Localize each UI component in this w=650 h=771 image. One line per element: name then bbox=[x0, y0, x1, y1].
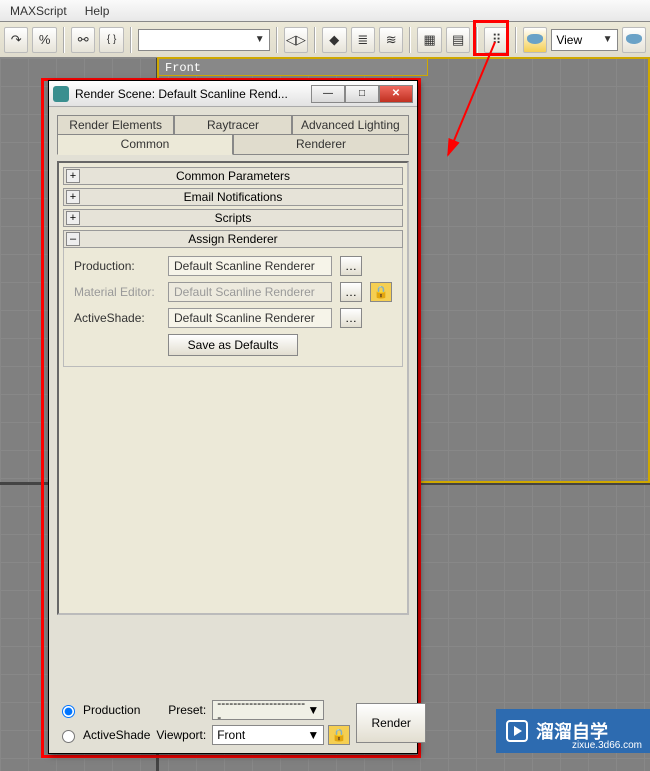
rollout-common-parameters[interactable]: + Common Parameters bbox=[63, 167, 403, 185]
activeshade-radio-label: ActiveShade bbox=[83, 728, 150, 742]
layers-icon[interactable]: ≣ bbox=[351, 27, 375, 53]
lock-icon[interactable]: 🔒 bbox=[370, 282, 392, 302]
maximize-button[interactable]: □ bbox=[345, 85, 379, 103]
choose-material-button[interactable]: … bbox=[340, 282, 362, 302]
expand-icon[interactable]: + bbox=[66, 211, 80, 225]
render-type-dropdown[interactable]: View ▼ bbox=[551, 29, 617, 51]
watermark: 溜溜自学 zixue.3d66.com bbox=[496, 709, 650, 753]
production-label: Production: bbox=[74, 259, 160, 273]
render-scene-dialog-icon[interactable] bbox=[523, 27, 547, 53]
play-icon bbox=[506, 720, 528, 742]
curve-editor-icon[interactable]: ▤ bbox=[446, 27, 470, 53]
production-value: Default Scanline Renderer bbox=[168, 256, 332, 276]
expand-icon[interactable]: + bbox=[66, 169, 80, 183]
tabs-row-2: Common Renderer bbox=[57, 135, 409, 155]
viewport-label-front[interactable]: Front bbox=[158, 58, 428, 76]
selection-filter-dropdown[interactable]: ▼ bbox=[138, 29, 270, 51]
expand-icon[interactable]: + bbox=[66, 190, 80, 204]
production-radio-label: Production bbox=[83, 703, 140, 717]
percent-icon[interactable]: % bbox=[32, 27, 56, 53]
align-icon[interactable]: ◆ bbox=[322, 27, 346, 53]
rollout-assign-renderer[interactable]: – Assign Renderer bbox=[63, 230, 403, 248]
abc-icon[interactable]: { } bbox=[99, 27, 123, 53]
minimize-button[interactable]: — bbox=[311, 85, 345, 103]
activeshade-label: ActiveShade: bbox=[74, 311, 160, 325]
render-type-label: View bbox=[556, 33, 582, 47]
choose-activeshade-button[interactable]: … bbox=[340, 308, 362, 328]
collapse-icon[interactable]: – bbox=[66, 232, 80, 246]
tab-render-elements[interactable]: Render Elements bbox=[57, 115, 174, 135]
menubar: MAXScript Help bbox=[0, 0, 650, 22]
rollout-email-notifications[interactable]: + Email Notifications bbox=[63, 188, 403, 206]
tabs-row-1: Render Elements Raytracer Advanced Light… bbox=[57, 115, 409, 135]
layers2-icon[interactable]: ≋ bbox=[379, 27, 403, 53]
assign-renderer-body: Production: Default Scanline Renderer … … bbox=[63, 248, 403, 367]
preset-dropdown[interactable]: -----------------------▼ bbox=[212, 700, 324, 720]
save-as-defaults-button[interactable]: Save as Defaults bbox=[168, 334, 298, 356]
menu-help[interactable]: Help bbox=[85, 4, 110, 18]
rollout-area: + Common Parameters + Email Notification… bbox=[57, 161, 409, 615]
close-button[interactable]: ✕ bbox=[379, 85, 413, 103]
dialog-titlebar[interactable]: Render Scene: Default Scanline Rend... —… bbox=[49, 81, 417, 107]
link-icon[interactable]: ⚯ bbox=[71, 27, 95, 53]
mirror-icon[interactable]: ◁▷ bbox=[284, 27, 308, 53]
rollout-scripts[interactable]: + Scripts bbox=[63, 209, 403, 227]
production-radio[interactable] bbox=[62, 705, 75, 718]
material-editor-label: Material Editor: bbox=[74, 285, 160, 299]
redo-icon[interactable]: ↷ bbox=[4, 27, 28, 53]
viewport-dropdown[interactable]: Front▼ bbox=[212, 725, 324, 745]
dialog-title: Render Scene: Default Scanline Rend... bbox=[75, 87, 305, 101]
dialog-body: Render Elements Raytracer Advanced Light… bbox=[49, 107, 417, 753]
tab-advanced-lighting[interactable]: Advanced Lighting bbox=[292, 115, 409, 135]
material-editor-value: Default Scanline Renderer bbox=[168, 282, 332, 302]
schematic-icon[interactable]: ▦ bbox=[417, 27, 441, 53]
viewport-label: Viewport: bbox=[156, 728, 206, 742]
activeshade-radio[interactable] bbox=[62, 730, 75, 743]
main-toolbar: ↷ % ⚯ { } ▼ ◁▷ ◆ ≣ ≋ ▦ ▤ ⠿ View ▼ bbox=[0, 22, 650, 58]
tab-raytracer[interactable]: Raytracer bbox=[174, 115, 291, 135]
viewport-lock-icon[interactable]: 🔒 bbox=[328, 725, 350, 745]
material-editor-icon[interactable]: ⠿ bbox=[484, 27, 508, 53]
app-icon bbox=[53, 86, 69, 102]
watermark-url: zixue.3d66.com bbox=[572, 740, 642, 751]
choose-production-button[interactable]: … bbox=[340, 256, 362, 276]
tab-renderer[interactable]: Renderer bbox=[233, 135, 409, 155]
preset-label: Preset: bbox=[168, 703, 206, 717]
quick-render-icon[interactable] bbox=[622, 27, 646, 53]
menu-maxscript[interactable]: MAXScript bbox=[10, 4, 67, 18]
tab-common[interactable]: Common bbox=[57, 135, 233, 155]
render-button[interactable]: Render bbox=[356, 703, 426, 743]
render-scene-dialog: Render Scene: Default Scanline Rend... —… bbox=[48, 80, 418, 754]
activeshade-value: Default Scanline Renderer bbox=[168, 308, 332, 328]
bottom-panel: Production Preset: ---------------------… bbox=[57, 692, 409, 745]
